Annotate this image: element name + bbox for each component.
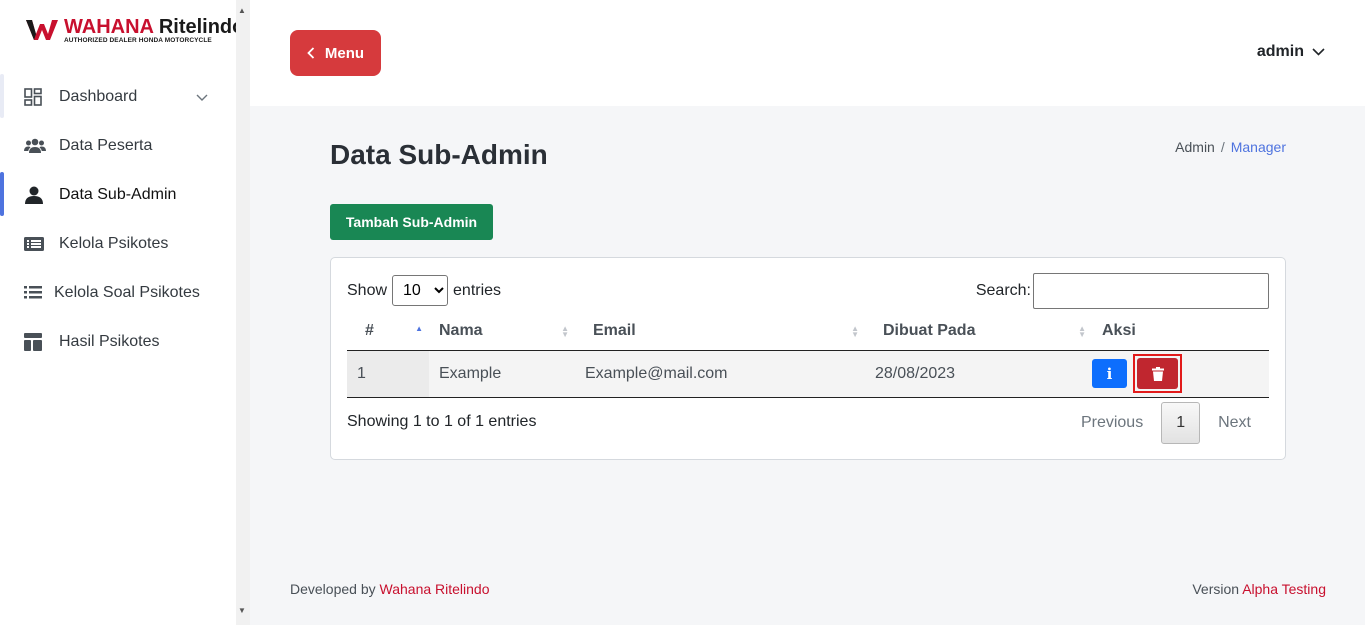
sidebar-item-label: Kelola Psikotes bbox=[59, 234, 169, 252]
list-icon bbox=[24, 283, 44, 303]
search-input[interactable] bbox=[1033, 273, 1269, 309]
detail-button[interactable]: i bbox=[1092, 359, 1127, 388]
breadcrumb-separator: / bbox=[1220, 139, 1225, 155]
trash-icon bbox=[1151, 366, 1164, 381]
scroll-up-arrow-icon[interactable]: ▲ bbox=[238, 6, 246, 15]
length-label-after: entries bbox=[453, 281, 502, 299]
sidebar-item-label: Dashboard bbox=[59, 87, 138, 105]
breadcrumb-root[interactable]: Admin bbox=[1175, 139, 1215, 155]
column-header-email[interactable]: Email ▲ ▼ bbox=[575, 313, 865, 351]
search-control: Search: bbox=[976, 273, 1269, 309]
footer-developed-by: Developed by Wahana Ritelindo bbox=[290, 581, 490, 597]
dashboard-icon bbox=[24, 87, 48, 107]
chevron-down-icon bbox=[196, 89, 208, 107]
brand-logo[interactable]: WAHANA Ritelindo AUTHORIZED DEALER HONDA… bbox=[26, 16, 244, 48]
column-header-nama[interactable]: Nama ▲ ▼ bbox=[429, 313, 575, 351]
layout-icon bbox=[24, 332, 48, 352]
breadcrumb-current[interactable]: Manager bbox=[1231, 139, 1286, 155]
search-label: Search: bbox=[975, 282, 1031, 299]
list-alt-icon bbox=[24, 234, 48, 254]
sidebar-item-dashboard[interactable]: Dashboard bbox=[0, 72, 236, 121]
sidebar-nav: Dashboard Data Peserta Data Sub-Admin Ke… bbox=[0, 72, 236, 366]
sidebar-item-label: Data Peserta bbox=[59, 136, 153, 154]
table-info: Showing 1 to 1 of 1 entries bbox=[347, 413, 537, 430]
chevron-left-icon bbox=[307, 47, 315, 59]
delete-button-highlight bbox=[1133, 354, 1183, 393]
wahana-logo-icon bbox=[26, 20, 58, 40]
pagination-page-current[interactable]: 1 bbox=[1161, 402, 1201, 444]
user-name: admin bbox=[1256, 43, 1304, 60]
sort-icon: ▲ ▼ bbox=[1078, 324, 1086, 339]
nav-indicator bbox=[0, 74, 4, 118]
menu-toggle-button[interactable]: Menu bbox=[290, 30, 381, 76]
footer-version: Version Alpha Testing bbox=[1192, 581, 1326, 597]
cell-no: 1 bbox=[347, 350, 429, 398]
column-header-no[interactable]: # ▲ bbox=[347, 313, 429, 351]
length-label-before: Show bbox=[347, 281, 388, 299]
add-sub-admin-button[interactable]: Tambah Sub-Admin bbox=[330, 204, 493, 240]
top-header: Menu admin bbox=[250, 0, 1365, 106]
sort-icon: ▲ ▼ bbox=[561, 324, 569, 339]
users-icon bbox=[24, 136, 48, 156]
user-dropdown[interactable]: admin bbox=[1257, 43, 1325, 61]
entries-length-control: Show 10 entries bbox=[347, 275, 501, 306]
cell-aksi: i bbox=[1092, 350, 1269, 398]
sub-admin-table: # ▲ Nama ▲ ▼ Email ▲ ▼ Dibuat Pada ▲ ▼ Aksi bbox=[347, 313, 1269, 398]
cell-dibuat-pada: 28/08/2023 bbox=[865, 350, 1092, 398]
sidebar-item-hasil-psikotes[interactable]: Hasil Psikotes bbox=[0, 317, 236, 366]
chevron-down-icon bbox=[1312, 48, 1325, 56]
table-row: 1 Example Example@mail.com 28/08/2023 i bbox=[347, 350, 1269, 398]
pagination: Previous 1 Next bbox=[1063, 402, 1269, 444]
column-header-aksi: Aksi bbox=[1092, 313, 1269, 351]
user-icon bbox=[24, 185, 48, 205]
pagination-previous[interactable]: Previous bbox=[1063, 402, 1161, 444]
entries-select[interactable]: 10 bbox=[392, 275, 449, 306]
info-icon: i bbox=[1106, 364, 1113, 383]
sidebar-scrollbar[interactable] bbox=[236, 0, 250, 625]
footer-developer-link[interactable]: Wahana Ritelindo bbox=[380, 581, 490, 597]
sidebar-item-data-peserta[interactable]: Data Peserta bbox=[0, 121, 236, 170]
delete-button[interactable] bbox=[1137, 358, 1179, 389]
nav-indicator bbox=[0, 172, 4, 216]
datatable-card: Show 10 entries Search: # ▲ Nama ▲ ▼ Emai… bbox=[330, 257, 1286, 460]
brand-name: WAHANA Ritelindo bbox=[64, 16, 245, 38]
breadcrumb: Admin / Manager bbox=[1175, 139, 1286, 155]
sidebar-item-kelola-psikotes[interactable]: Kelola Psikotes bbox=[0, 219, 236, 268]
footer-version-value: Alpha Testing bbox=[1242, 581, 1326, 597]
sidebar-item-data-sub-admin[interactable]: Data Sub-Admin bbox=[0, 170, 236, 219]
page-title: Data Sub-Admin bbox=[330, 139, 548, 170]
brand-tagline: AUTHORIZED DEALER HONDA MOTORCYCLE bbox=[64, 37, 212, 44]
cell-email: Example@mail.com bbox=[575, 350, 865, 398]
sidebar: WAHANA Ritelindo AUTHORIZED DEALER HONDA… bbox=[0, 0, 250, 625]
sidebar-item-label: Kelola Soal Psikotes bbox=[54, 283, 200, 301]
sort-icon: ▲ ▼ bbox=[851, 324, 859, 339]
column-header-dibuat-pada[interactable]: Dibuat Pada ▲ ▼ bbox=[865, 313, 1092, 351]
cell-nama: Example bbox=[429, 350, 575, 398]
sidebar-item-label: Data Sub-Admin bbox=[59, 185, 177, 203]
pagination-next[interactable]: Next bbox=[1200, 402, 1269, 444]
sidebar-item-kelola-soal-psikotes[interactable]: Kelola Soal Psikotes bbox=[0, 268, 236, 317]
scroll-down-arrow-icon[interactable]: ▼ bbox=[238, 606, 246, 615]
sidebar-item-label: Hasil Psikotes bbox=[59, 332, 160, 350]
sort-asc-icon: ▲ bbox=[415, 324, 423, 333]
menu-button-label: Menu bbox=[324, 44, 365, 62]
